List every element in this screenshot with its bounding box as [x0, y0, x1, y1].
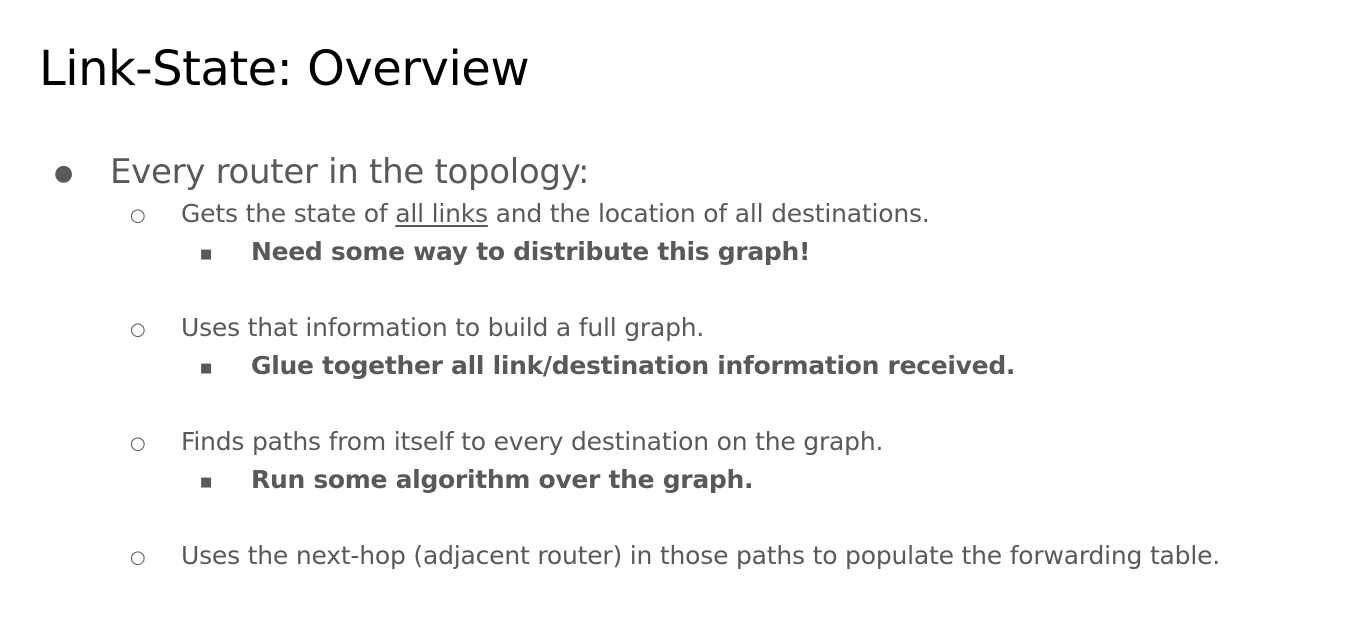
circle-bullet-icon: ○: [130, 205, 146, 226]
detail-text: Glue together all link/destination infor…: [251, 351, 1016, 380]
subitem-text: Uses that information to build a full gr…: [181, 313, 705, 342]
subitem-text: Gets the state of all links and the loca…: [181, 198, 930, 230]
subitem-text: Finds paths from itself to every destina…: [181, 427, 884, 456]
subitem-text-before: Gets the state of: [181, 199, 396, 228]
square-bullet-icon: ■: [200, 475, 213, 490]
detail-text: Run some algorithm over the graph.: [251, 465, 754, 494]
detail-text: Need some way to distribute this graph!: [251, 237, 811, 266]
bullet-text: Every router in the topology:: [110, 152, 590, 192]
square-bullet-icon: ■: [200, 361, 213, 376]
slide: Link-State: Overview ● Every router in t…: [0, 0, 1346, 635]
circle-bullet-icon: ○: [130, 433, 146, 454]
subitem-text-after: and the location of all destinations.: [487, 199, 930, 228]
circle-bullet-icon: ○: [130, 547, 146, 568]
underlined-text: all links: [395, 199, 488, 228]
subitem-text: Uses the next-hop (adjacent router) in t…: [181, 541, 1221, 570]
slide-title: Link-State: Overview: [39, 41, 530, 97]
bullet-disc-icon: ●: [54, 161, 74, 186]
circle-bullet-icon: ○: [130, 319, 146, 340]
square-bullet-icon: ■: [200, 247, 213, 262]
